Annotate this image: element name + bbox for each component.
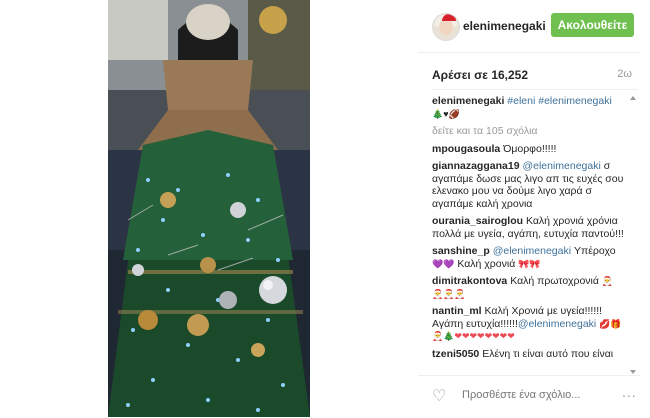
comment-username[interactable]: nantin_ml <box>432 305 482 317</box>
comment-text-2: Καλή χρονιά <box>457 257 516 270</box>
caption-hashtags[interactable]: #eleni #elenimenegaki <box>507 95 612 107</box>
post-header: elenimenegaki Ακολουθείτε <box>418 0 640 53</box>
comment-emoji-2: 🎅🎅🎅 <box>432 288 466 299</box>
view-more-comments-link[interactable]: δείτε και τα 105 σχόλια <box>432 125 626 138</box>
username-link[interactable]: elenimenegaki <box>463 19 546 33</box>
post-age[interactable]: 2ω <box>617 68 632 80</box>
comment-emoji: 💋🎁 <box>599 318 622 329</box>
comments-scrollbar[interactable] <box>630 96 636 374</box>
comment-footer: ♡ ... <box>418 375 640 418</box>
scroll-up-arrow-icon[interactable] <box>630 96 636 100</box>
comment-item: tzeni5050 Ελένη τι είναι αυτό που είναι <box>432 348 626 361</box>
comment-text: Ελένη τι είναι αυτό που είναι <box>482 347 614 360</box>
comment-emoji-2: 🎅🎄❤❤❤❤❤❤❤❤ <box>432 331 515 341</box>
comment-username[interactable]: giannazaggana19 <box>432 160 520 172</box>
comment-mention[interactable]: @elenimenegaki <box>493 245 571 257</box>
comment-text: Καλή πρωτοχρονιά <box>510 275 599 287</box>
comment-username[interactable]: tzeni5050 <box>432 348 479 360</box>
comment-emoji-2: 🎀🎀 <box>518 258 541 269</box>
christmas-tree-dress-image <box>108 0 310 417</box>
caption-username[interactable]: elenimenegaki <box>432 95 504 107</box>
comment-input[interactable] <box>460 388 614 402</box>
caption: elenimenegaki #eleni #elenimenegaki 🎄♥🏈 <box>432 95 626 120</box>
comment-emoji: 🎅 <box>601 276 614 286</box>
comment-item: mpougasoula Όμορφο!!!!! <box>432 143 626 156</box>
avatar[interactable] <box>432 13 460 41</box>
comment-username[interactable]: ourania_sairoglou <box>432 215 523 227</box>
comment-emoji: 💜💜 <box>432 258 455 269</box>
comment-username[interactable]: mpougasoula <box>432 143 500 155</box>
comment-username[interactable]: sanshine_p <box>432 245 490 257</box>
comment-item: ourania_sairoglou Καλή χρονιά χρόνια πολ… <box>432 215 626 240</box>
comment-item: giannazaggana19 @elenimenegaki σ αγαπάμε… <box>432 160 626 210</box>
like-heart-icon[interactable]: ♡ <box>432 386 446 406</box>
follow-button[interactable]: Ακολουθείτε <box>551 13 634 37</box>
post-side-panel: elenimenegaki Ακολουθείτε Αρέσει σε 16,2… <box>418 0 650 417</box>
comment-item: dimitrakontova Καλή πρωτοχρονιά 🎅 🎅🎅🎅 <box>432 275 626 300</box>
comments-list[interactable]: elenimenegaki #eleni #elenimenegaki 🎄♥🏈 … <box>432 95 626 372</box>
divider <box>432 89 638 90</box>
comment-username[interactable]: dimitrakontova <box>432 275 507 287</box>
likes-count[interactable]: Αρέσει σε 16,252 <box>432 68 528 82</box>
more-options-icon[interactable]: ... <box>622 384 637 400</box>
comment-text: Υπέροχο <box>574 245 616 257</box>
comment-text: Όμορφο!!!!! <box>503 142 557 155</box>
post-photo[interactable] <box>108 0 310 417</box>
comment-mention[interactable]: @elenimenegaki <box>522 160 600 172</box>
scroll-down-arrow-icon[interactable] <box>630 370 636 374</box>
caption-emoji: 🎄♥🏈 <box>432 108 460 119</box>
comment-item: nantin_ml Καλή Χρονιά με υγεία!!!!!! Αγά… <box>432 305 626 343</box>
comment-mention[interactable]: @elenimenegaki <box>518 318 596 330</box>
comment-item: sanshine_p @elenimenegaki Υπέροχο 💜💜 Καλ… <box>432 245 626 270</box>
